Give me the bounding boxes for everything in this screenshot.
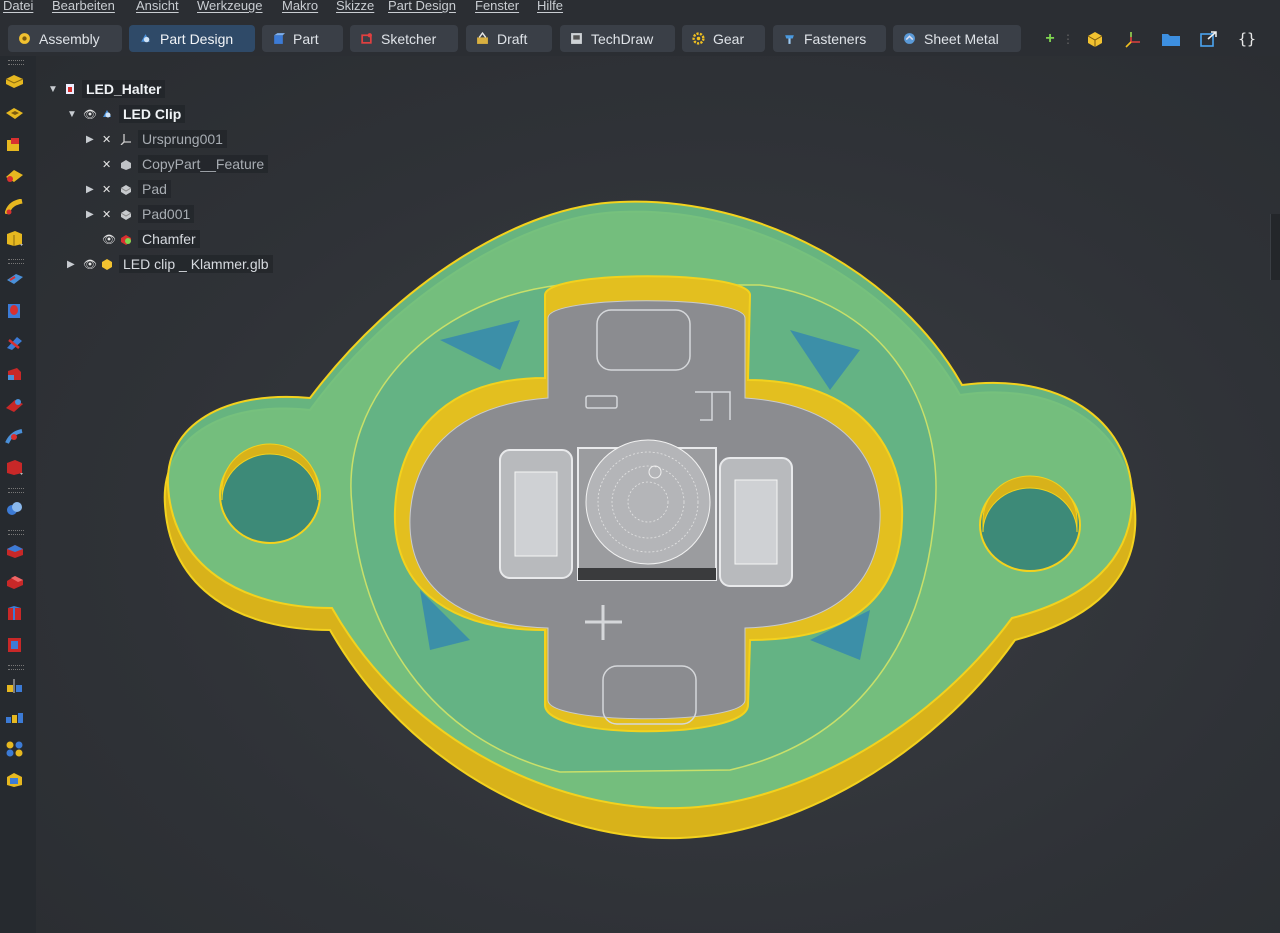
subtractive-loft-icon[interactable] bbox=[5, 365, 24, 382]
hidden-eye-icon[interactable]: ✕ bbox=[102, 183, 114, 196]
draft-icon bbox=[477, 32, 488, 44]
toolbar-grip bbox=[8, 530, 24, 535]
workbench-sheet-metal[interactable]: Sheet Metal bbox=[893, 25, 1021, 52]
toolbar-grip bbox=[8, 665, 24, 670]
workbench-part[interactable]: Part bbox=[262, 25, 343, 52]
led-clip-model[interactable] bbox=[36, 56, 1280, 933]
visibility-eye-icon[interactable]: 👁 bbox=[83, 258, 97, 271]
subtractive-helix-icon[interactable] bbox=[5, 428, 24, 445]
revolution-icon[interactable] bbox=[5, 136, 24, 153]
pad-icon bbox=[120, 210, 132, 220]
expand-arrow-icon[interactable]: ▼ bbox=[67, 109, 77, 120]
toolbar-grip bbox=[8, 60, 24, 65]
boolean-icon[interactable] bbox=[5, 500, 24, 517]
chamfer-icon[interactable] bbox=[5, 573, 24, 590]
expand-arrow-icon[interactable]: ▶ bbox=[86, 184, 96, 195]
assembly-icon bbox=[19, 33, 30, 44]
additive-pipe-icon[interactable] bbox=[5, 199, 24, 216]
hidden-eye-icon[interactable]: ✕ bbox=[102, 158, 114, 171]
sheet-metal-icon bbox=[904, 33, 915, 44]
menu-datei[interactable]: Datei bbox=[3, 0, 33, 13]
part-icon bbox=[102, 259, 112, 270]
body-icon bbox=[103, 110, 111, 118]
expand-arrow-icon[interactable]: ▶ bbox=[67, 259, 77, 270]
menu-part-design[interactable]: Part Design bbox=[388, 0, 456, 13]
techdraw-icon bbox=[571, 33, 582, 44]
part-cube-icon bbox=[274, 33, 285, 44]
draft-feature-icon[interactable] bbox=[5, 605, 24, 622]
export-icon[interactable] bbox=[1198, 28, 1220, 50]
linear-pattern-icon[interactable] bbox=[5, 708, 24, 725]
macro-braces-icon[interactable]: {} bbox=[1236, 28, 1258, 50]
pad-icon[interactable] bbox=[5, 73, 24, 90]
subtractive-pipe-icon[interactable] bbox=[5, 396, 24, 413]
led-package-base bbox=[578, 568, 716, 580]
viewport-scroll-marker bbox=[1270, 214, 1280, 280]
visibility-eye-icon[interactable]: 👁 bbox=[102, 233, 116, 246]
led-dome bbox=[585, 439, 711, 565]
visibility-eye-icon[interactable]: 👁 bbox=[83, 108, 97, 121]
toolbar-grip bbox=[8, 488, 24, 493]
part-design-icon bbox=[141, 34, 150, 43]
toolbar-separator: ⋮ bbox=[1062, 32, 1074, 46]
fasteners-icon bbox=[785, 35, 794, 44]
coordinate-system-icon[interactable] bbox=[1122, 28, 1144, 50]
3d-viewport[interactable]: ▼ LED_Halter ▼ 👁 LED Clip ▶ ✕ Ursprung00… bbox=[36, 56, 1280, 933]
origin-icon bbox=[120, 134, 131, 145]
workbench-part-design[interactable]: Part Design bbox=[129, 25, 255, 52]
workbench-assembly[interactable]: Assembly bbox=[8, 25, 122, 52]
menu-ansicht[interactable]: Ansicht bbox=[136, 0, 179, 13]
thickness-icon[interactable] bbox=[5, 636, 24, 653]
menu-skizze[interactable]: Skizze bbox=[336, 0, 374, 13]
workbench-fasteners[interactable]: Fasteners bbox=[773, 25, 886, 52]
workbench-gear[interactable]: Gear bbox=[682, 25, 765, 52]
workbench-draft[interactable]: Draft bbox=[466, 25, 552, 52]
additive-primitive-icon[interactable] bbox=[5, 230, 24, 247]
subtractive-pocket-icon[interactable] bbox=[5, 271, 24, 288]
menu-bearbeiten[interactable]: Bearbeiten bbox=[52, 0, 115, 13]
part-design-toolbar bbox=[0, 56, 36, 933]
hole-icon[interactable] bbox=[5, 302, 24, 319]
pocket-icon[interactable] bbox=[5, 105, 24, 122]
expand-arrow-icon[interactable]: ▶ bbox=[86, 134, 96, 145]
fillet-icon[interactable] bbox=[5, 542, 24, 559]
document-icon bbox=[66, 84, 74, 94]
tree-item-body[interactable]: ▼ 👁 LED Clip bbox=[67, 104, 186, 124]
chamfer-icon bbox=[121, 235, 131, 245]
menu-makro[interactable]: Makro bbox=[282, 0, 318, 13]
copy-feature-icon bbox=[121, 160, 131, 170]
workbench-toolbar: Assembly Part Design Part Sketcher Draft… bbox=[0, 22, 1280, 56]
polar-pattern-icon[interactable] bbox=[5, 740, 24, 757]
toolbar-grip bbox=[8, 259, 24, 264]
tree-item-glb[interactable]: ▶ 👁 LED clip _ Klammer.glb bbox=[67, 254, 273, 274]
tree-item-chamfer[interactable]: 👁 Chamfer bbox=[86, 229, 200, 249]
workbench-sketcher[interactable]: Sketcher bbox=[350, 25, 458, 52]
workbench-techdraw[interactable]: TechDraw bbox=[560, 25, 675, 52]
tree-item-pad[interactable]: ▶ ✕ Pad bbox=[86, 179, 171, 199]
menu-werkzeuge[interactable]: Werkzeuge bbox=[197, 0, 263, 13]
gear-icon bbox=[692, 32, 705, 45]
groove-icon[interactable] bbox=[5, 167, 24, 184]
tree-item-pad001[interactable]: ▶ ✕ Pad001 bbox=[86, 204, 195, 224]
groove-subtractive-icon[interactable] bbox=[5, 334, 24, 351]
menu-fenster[interactable]: Fenster bbox=[475, 0, 519, 13]
tree-item-root[interactable]: ▼ LED_Halter bbox=[48, 79, 166, 99]
sketcher-icon bbox=[361, 33, 372, 44]
pad-icon bbox=[120, 185, 132, 195]
hidden-eye-icon[interactable]: ✕ bbox=[102, 133, 114, 146]
mirrored-icon[interactable] bbox=[5, 677, 24, 694]
menu-hilfe[interactable]: Hilfe bbox=[537, 0, 563, 13]
expand-arrow-icon[interactable]: ▶ bbox=[86, 209, 96, 220]
menu-bar: Datei Bearbeiten Ansicht Werkzeuge Makro… bbox=[0, 0, 1280, 14]
subtractive-primitive-icon[interactable] bbox=[5, 459, 24, 476]
add-icon[interactable]: + bbox=[1039, 28, 1061, 50]
tree-item-copy-feature[interactable]: ✕ CopyPart__Feature bbox=[86, 154, 269, 174]
part-icon[interactable] bbox=[1084, 28, 1106, 50]
hidden-eye-icon[interactable]: ✕ bbox=[102, 208, 114, 221]
tree-item-origin[interactable]: ▶ ✕ Ursprung001 bbox=[86, 129, 227, 149]
expand-arrow-icon[interactable]: ▼ bbox=[48, 84, 58, 95]
folder-icon[interactable] bbox=[1160, 28, 1182, 50]
multi-transform-icon[interactable] bbox=[5, 771, 24, 788]
